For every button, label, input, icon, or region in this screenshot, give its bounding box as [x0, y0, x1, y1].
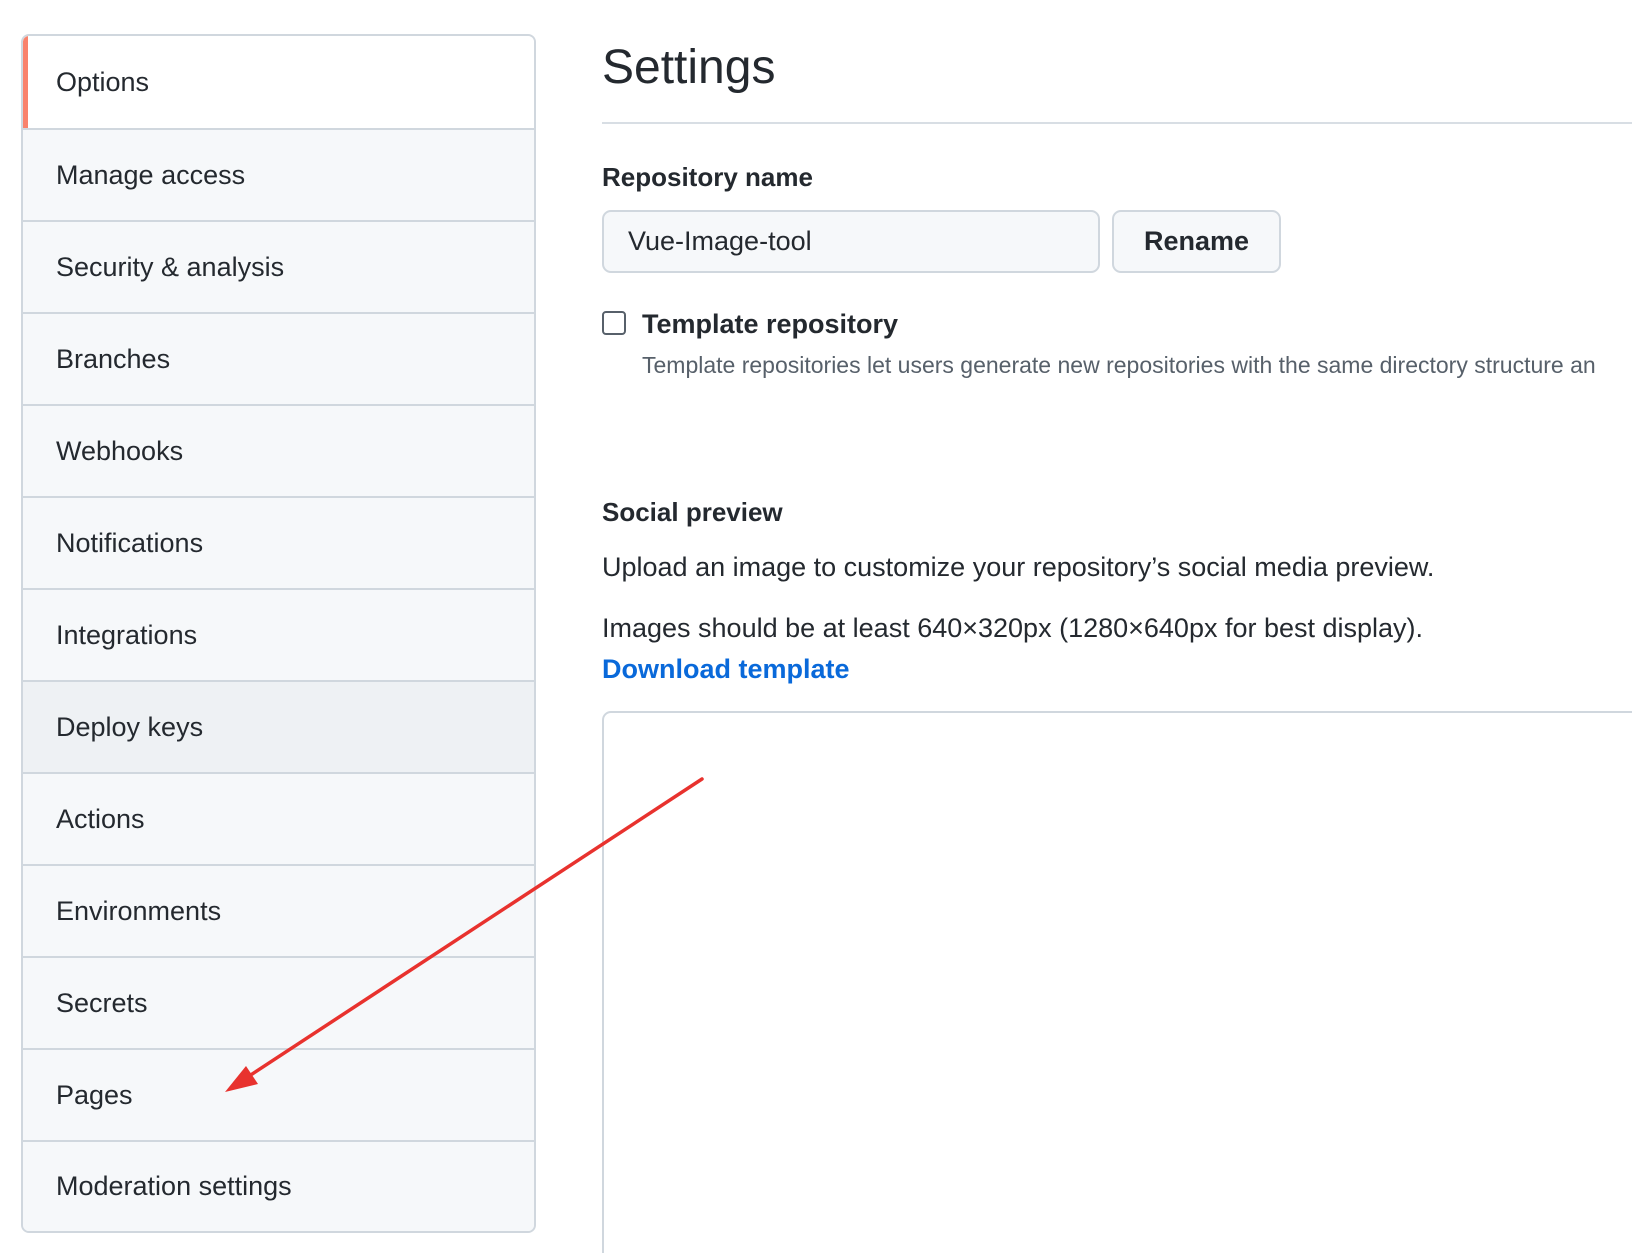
sidebar-item-actions[interactable]: Actions	[23, 772, 534, 864]
settings-main: Settings Repository name Rename Template…	[602, 0, 1632, 1253]
sidebar-item-manage-access[interactable]: Manage access	[23, 128, 534, 220]
sidebar-item-label: Actions	[56, 803, 145, 834]
social-preview-description: Upload an image to customize your reposi…	[602, 552, 1435, 582]
sidebar-item-label: Manage access	[56, 159, 246, 190]
social-preview-heading: Social preview	[602, 497, 783, 527]
settings-page: Options Manage access Security & analysi…	[0, 0, 1632, 1253]
sidebar-item-label: Moderation settings	[56, 1171, 292, 1201]
sidebar-item-label: Branches	[56, 343, 171, 374]
sidebar-item-secrets[interactable]: Secrets	[23, 956, 534, 1048]
sidebar-item-integrations[interactable]: Integrations	[23, 588, 534, 680]
template-repository-description: Template repositories let users generate…	[642, 352, 1596, 378]
sidebar-item-label: Notifications	[56, 527, 204, 558]
template-repository-label[interactable]: Template repository	[642, 309, 898, 340]
template-repository-checkbox[interactable]	[602, 311, 626, 335]
sidebar-item-label: Security & analysis	[56, 251, 285, 282]
sidebar-item-security-analysis[interactable]: Security & analysis	[23, 220, 534, 312]
sidebar-item-options[interactable]: Options	[23, 36, 534, 128]
repository-name-label: Repository name	[602, 162, 813, 192]
settings-sidebar: Options Manage access Security & analysi…	[21, 34, 536, 1233]
social-preview-image-box[interactable]	[602, 711, 1632, 1253]
sidebar-item-environments[interactable]: Environments	[23, 864, 534, 956]
sidebar-item-label: Secrets	[56, 987, 148, 1018]
sidebar-item-label: Environments	[56, 895, 222, 926]
title-divider	[602, 122, 1632, 124]
social-preview-size-hint: Images should be at least 640×320px (128…	[602, 613, 1424, 643]
sidebar-item-pages[interactable]: Pages	[23, 1048, 534, 1140]
sidebar-item-label: Deploy keys	[56, 711, 204, 742]
sidebar-item-label: Pages	[56, 1079, 133, 1110]
sidebar-item-label: Integrations	[56, 619, 198, 650]
sidebar-item-label: Options	[56, 66, 150, 97]
sidebar-item-notifications[interactable]: Notifications	[23, 496, 534, 588]
sidebar-item-label: Webhooks	[56, 435, 184, 466]
sidebar-item-deploy-keys[interactable]: Deploy keys	[23, 680, 534, 772]
sidebar-item-branches[interactable]: Branches	[23, 312, 534, 404]
repository-name-input[interactable]	[602, 210, 1100, 273]
sidebar-item-webhooks[interactable]: Webhooks	[23, 404, 534, 496]
download-template-link[interactable]: Download template	[602, 654, 850, 685]
sidebar-item-moderation-settings[interactable]: Moderation settings	[23, 1140, 534, 1231]
rename-button[interactable]: Rename	[1112, 210, 1281, 273]
page-title: Settings	[602, 41, 776, 94]
